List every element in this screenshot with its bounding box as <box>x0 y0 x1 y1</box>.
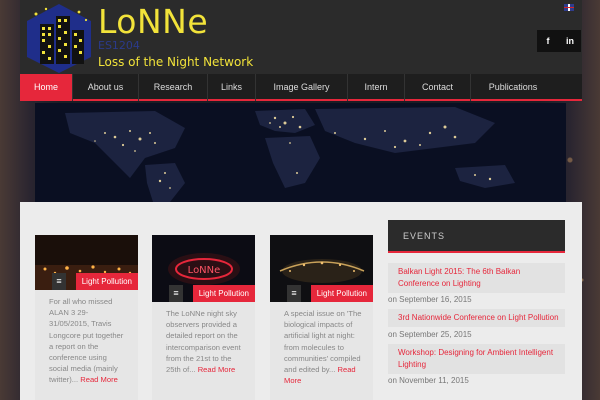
read-more-link[interactable]: Read More <box>198 365 236 374</box>
uk-flag-icon[interactable] <box>564 4 574 11</box>
post-tag[interactable]: Light Pollution <box>75 273 138 290</box>
event-link[interactable]: 3rd Nationwide Conference on Light Pollu… <box>388 309 565 327</box>
menu-icon[interactable]: ≡ <box>287 285 301 302</box>
post-text: For all who missed ALAN 3 29-31/05/2015,… <box>49 297 124 385</box>
page-wrapper: LoNNe ES1204 Loss of the Night Network f… <box>20 0 582 400</box>
event-date: on September 16, 2015 <box>388 295 472 304</box>
event-link[interactable]: Balkan Light 2015: The 6th Balkan Confer… <box>388 263 565 293</box>
post-card: ≡ Light Pollution A special issue on 'Th… <box>270 235 373 400</box>
world-night-lights-banner <box>35 103 566 202</box>
post-excerpt: The LoNNe night sky observers provided a… <box>152 302 255 400</box>
post-excerpt: For all who missed ALAN 3 29-31/05/2015,… <box>35 290 138 400</box>
post-excerpt: A special issue on 'The biological impac… <box>270 302 373 400</box>
nav-image-gallery[interactable]: Image Gallery <box>256 74 348 101</box>
event-link[interactable]: Workshop: Designing for Ambient Intellig… <box>388 344 565 374</box>
read-more-link[interactable]: Read More <box>80 375 118 384</box>
menu-icon[interactable]: ≡ <box>52 273 66 290</box>
lonne-logo-icon[interactable] <box>24 2 94 74</box>
menu-icon[interactable]: ≡ <box>169 285 183 302</box>
main-content: ≡ Light Pollution For all who missed ALA… <box>20 202 582 400</box>
site-subtitle: Loss of the Night Network <box>98 55 254 69</box>
nav-links[interactable]: Links <box>208 74 256 101</box>
site-code: ES1204 <box>98 39 140 52</box>
main-nav: Home About us Research Links Image Galle… <box>20 74 582 101</box>
post-tag[interactable]: Light Pollution <box>310 285 373 302</box>
site-title[interactable]: LoNNe <box>98 2 208 42</box>
nav-home[interactable]: Home <box>20 74 73 101</box>
nav-publications[interactable]: Publications <box>471 74 555 101</box>
nav-contact[interactable]: Contact <box>405 74 471 101</box>
event-date: on November 11, 2015 <box>388 376 469 385</box>
nav-research[interactable]: Research <box>139 74 208 101</box>
post-card: LoNNe ≡ Light Pollution The LoNNe night … <box>152 235 255 400</box>
nav-intern[interactable]: Intern <box>348 74 405 101</box>
events-heading: EVENTS <box>388 220 565 253</box>
linkedin-icon[interactable]: in <box>559 30 581 52</box>
site-header: LoNNe ES1204 Loss of the Night Network f… <box>20 0 582 74</box>
post-card: ≡ Light Pollution For all who missed ALA… <box>35 235 138 400</box>
nav-about-us[interactable]: About us <box>73 74 139 101</box>
post-tag[interactable]: Light Pollution <box>192 285 255 302</box>
facebook-icon[interactable]: f <box>537 30 559 52</box>
post-image-text: LoNNe <box>188 265 221 276</box>
event-date: on September 25, 2015 <box>388 330 472 339</box>
